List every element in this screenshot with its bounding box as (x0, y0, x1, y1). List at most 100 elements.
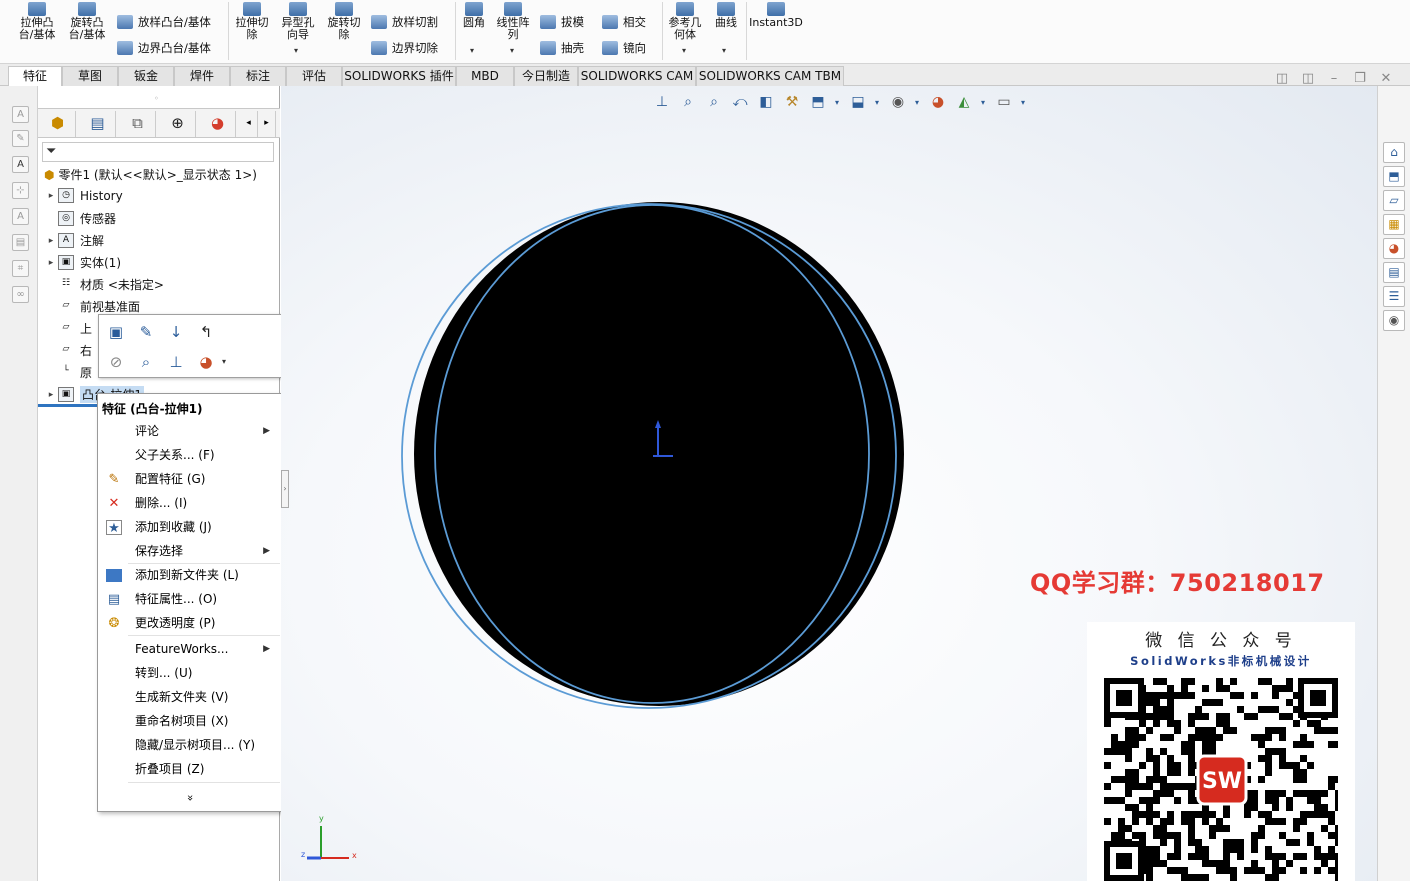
tab-mbd[interactable]: MBD (456, 66, 514, 86)
expand-arrow-icon[interactable]: ▸ (44, 191, 58, 201)
window-minimize-icon[interactable]: – (1327, 72, 1341, 86)
tab-made-today[interactable]: 今日制造 (514, 66, 578, 86)
home-icon[interactable]: ⌂ (1383, 142, 1405, 163)
text-icon[interactable]: A (12, 106, 29, 123)
edit-feature-icon[interactable]: ▣ (105, 321, 127, 343)
menu-item-rename-tree-item[interactable]: 重命名树项目 (X) (98, 710, 282, 732)
tree-item-top-plane[interactable]: ▱ 上 (44, 320, 92, 337)
tree-item-material[interactable]: ☷ 材质 <未指定> (44, 276, 164, 293)
tree-filter-input[interactable]: ⏷ (42, 142, 274, 162)
revolve-boss-button[interactable]: 旋转凸 台/基体 (64, 2, 110, 41)
hole-wizard-button[interactable]: 异型孔 向导 (276, 2, 320, 41)
tab-sheet-metal[interactable]: 钣金 (118, 66, 174, 86)
feature-tree-tab-icon[interactable]: ⬢ (40, 111, 76, 137)
display-manager-tab-icon[interactable]: ◕ (200, 111, 236, 137)
reference-geometry-button[interactable]: 参考几 何体 (664, 2, 706, 41)
zoom-to-selection-icon[interactable]: ⌕ (135, 351, 157, 373)
pattern-dropdown-icon[interactable]: ▾ (510, 46, 514, 55)
file-explorer-icon[interactable]: ▱ (1383, 190, 1405, 211)
loft-boss-button[interactable]: 放样凸台/基体 (117, 14, 211, 30)
menu-item-change-transparency[interactable]: ❂ 更改透明度 (P) (98, 612, 282, 634)
note-icon[interactable]: ✎ (12, 130, 29, 147)
fillet-button[interactable]: 圆角 (457, 2, 491, 29)
menu-item-parent-child[interactable]: 父子关系... (F) (98, 444, 282, 466)
tree-item-annotations[interactable]: ▸ A 注解 (44, 232, 104, 249)
hide-icon[interactable]: ⊘ (105, 351, 127, 373)
tree-item-origin[interactable]: └ 原 (44, 364, 92, 381)
menu-item-go-to[interactable]: 转到... (U) (98, 662, 282, 684)
expand-arrow-icon[interactable]: ▸ (44, 258, 58, 268)
menu-item-delete[interactable]: ✕ 删除... (I) (98, 492, 282, 514)
window-close-icon[interactable]: ✕ (1379, 72, 1393, 86)
expand-arrow-icon[interactable]: ▸ (44, 236, 58, 246)
expand-arrow-icon[interactable]: ▸ (44, 390, 58, 400)
tab-annotation[interactable]: 标注 (230, 66, 286, 86)
menu-item-collapse-items[interactable]: 折叠项目 (Z) (98, 758, 282, 780)
edit-sketch-icon[interactable]: ✎ (135, 321, 157, 343)
tab-weldments[interactable]: 焊件 (174, 66, 230, 86)
tab-evaluate[interactable]: 评估 (286, 66, 342, 86)
loft-cut-button[interactable]: 放样切割 (371, 14, 438, 30)
window-restore-icon[interactable]: ❐ (1353, 72, 1367, 86)
menu-item-save-selection[interactable]: 保存选择 ▶ (98, 540, 282, 562)
dimension-icon[interactable]: ⊹ (12, 182, 29, 199)
window-tile-left-icon[interactable]: ◫ (1275, 72, 1289, 86)
hole-wizard-dropdown-icon[interactable]: ▾ (294, 46, 298, 55)
view-palette-icon[interactable]: ▦ (1383, 214, 1405, 235)
custom-properties-icon[interactable]: ▤ (1383, 262, 1405, 283)
extrude-cut-button[interactable]: 拉伸切 除 (230, 2, 274, 41)
tab-cam-tbm[interactable]: SOLIDWORKS CAM TBM (696, 66, 844, 86)
tree-item-solid-bodies[interactable]: ▸ ▣ 实体(1) (44, 254, 121, 271)
normal-to-icon[interactable]: ⊥ (165, 351, 187, 373)
tab-scroll-right-icon[interactable]: ▸ (258, 111, 276, 137)
design-library-icon[interactable]: ⬒ (1383, 166, 1405, 187)
shell-button[interactable]: 抽壳 (540, 40, 584, 56)
menu-item-add-to-new-folder[interactable]: 添加到新文件夹 (L) (98, 564, 282, 586)
menu-item-comment[interactable]: 评论 ▶ (98, 420, 282, 442)
panel-grip-icon[interactable]: ◦ (154, 94, 159, 103)
panel-collapse-handle-icon[interactable]: › (281, 470, 289, 508)
menu-item-feature-properties[interactable]: ▤ 特征属性... (O) (98, 588, 282, 610)
property-manager-tab-icon[interactable]: ▤ (80, 111, 116, 137)
menu-item-add-favorite[interactable]: ★ 添加到收藏 (J) (98, 516, 282, 538)
configuration-manager-tab-icon[interactable]: ⧉ (120, 111, 156, 137)
intersect-button[interactable]: 相交 (602, 14, 646, 30)
draft-button[interactable]: 拔模 (540, 14, 584, 30)
tree-item-history[interactable]: ▸ ◷ History (44, 188, 123, 203)
tab-features[interactable]: 特征 (8, 66, 62, 86)
rollback-icon[interactable]: ↰ (195, 321, 217, 343)
mirror-button[interactable]: 镜向 (602, 40, 646, 56)
solidworks-resources-icon[interactable]: ◉ (1383, 310, 1405, 331)
menu-item-configure-feature[interactable]: ✎ 配置特征 (G) (98, 468, 282, 490)
curves-button[interactable]: 曲线 (708, 2, 744, 29)
annotation-icon[interactable]: A (12, 156, 29, 173)
boundary-cut-button[interactable]: 边界切除 (371, 40, 438, 56)
linear-pattern-button[interactable]: 线性阵 列 (493, 2, 533, 41)
tree-root-part[interactable]: ⬢ 零件1 (默认<<默认>_显示状态 1>) (44, 166, 257, 183)
appearance-dropdown-icon[interactable]: ▾ (217, 351, 231, 373)
layer-icon[interactable]: ▤ (12, 234, 29, 251)
menu-item-featureworks[interactable]: FeatureWorks... ▶ (98, 638, 282, 660)
reference-dropdown-icon[interactable]: ▾ (682, 46, 686, 55)
fillet-dropdown-icon[interactable]: ▾ (470, 46, 474, 55)
menu-item-create-folder[interactable]: 生成新文件夹 (V) (98, 686, 282, 708)
text-style-icon[interactable]: A (12, 208, 29, 225)
instant3d-button[interactable]: Instant3D (748, 2, 804, 29)
menu-item-hide-show-tree-items[interactable]: 隐藏/显示树项目... (Y) (98, 734, 282, 756)
appearance-icon[interactable]: ◕ (195, 351, 217, 373)
forum-icon[interactable]: ☰ (1383, 286, 1405, 307)
tab-cam[interactable]: SOLIDWORKS CAM (578, 66, 696, 86)
link-icon[interactable]: ∞ (12, 286, 29, 303)
suppress-icon[interactable]: ↓ (165, 321, 187, 343)
window-tile-right-icon[interactable]: ◫ (1301, 72, 1315, 86)
revolve-cut-button[interactable]: 旋转切 除 (322, 2, 366, 41)
boundary-boss-button[interactable]: 边界凸台/基体 (117, 40, 211, 56)
tree-item-sensors[interactable]: ◎ 传感器 (44, 210, 116, 227)
table-icon[interactable]: ⌗ (12, 260, 29, 277)
dimxpert-tab-icon[interactable]: ⊕ (160, 111, 196, 137)
tree-item-right-plane[interactable]: ▱ 右 (44, 342, 92, 359)
curves-dropdown-icon[interactable]: ▾ (722, 46, 726, 55)
tree-item-front-plane[interactable]: ▱ 前视基准面 (44, 298, 140, 315)
appearances-icon[interactable]: ◕ (1383, 238, 1405, 259)
tab-scroll-left-icon[interactable]: ◂ (240, 111, 258, 137)
